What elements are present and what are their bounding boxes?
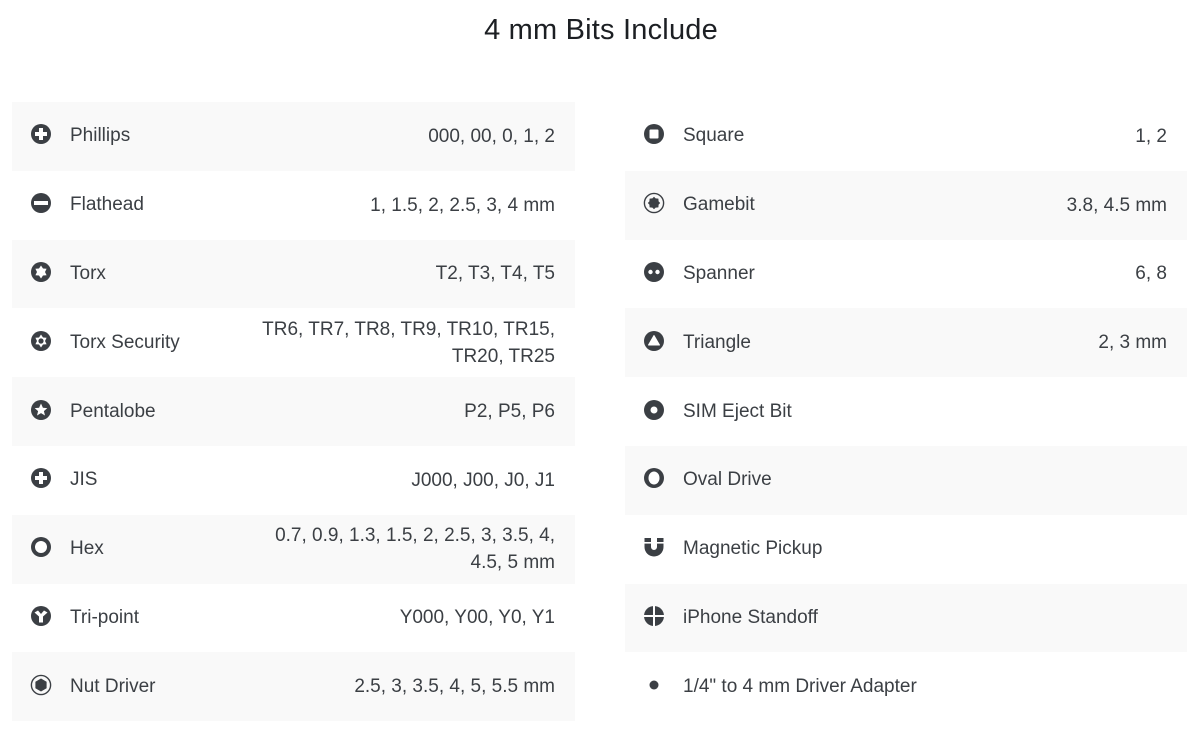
bit-row: iPhone Standoff bbox=[625, 583, 1187, 653]
bit-list-left: Phillips 000, 00, 0, 1, 2 Flathead 1, 1.… bbox=[12, 102, 575, 722]
bit-row: JIS J000, J00, J0, J1 bbox=[12, 446, 575, 515]
magnetic-pickup-icon bbox=[643, 536, 665, 558]
bit-sizes: 1, 1.5, 2, 2.5, 3, 4 mm bbox=[370, 194, 555, 216]
bit-row: Square 1, 2 bbox=[625, 102, 1187, 171]
flathead-icon bbox=[30, 192, 52, 214]
bit-sizes: 2.5, 3, 3.5, 4, 5, 5.5 mm bbox=[354, 676, 555, 698]
torx-security-icon bbox=[30, 330, 52, 352]
bit-name: 1/4" to 4 mm Driver Adapter bbox=[683, 675, 917, 697]
nut-driver-icon bbox=[30, 674, 52, 696]
bit-row: Torx T2, T3, T4, T5 bbox=[12, 239, 575, 309]
triangle-icon bbox=[643, 330, 665, 352]
bit-name: Oval Drive bbox=[683, 469, 772, 491]
bit-name: Flathead bbox=[70, 194, 144, 216]
bit-sizes: T2, T3, T4, T5 bbox=[435, 263, 555, 285]
pentalobe-icon bbox=[30, 399, 52, 421]
hex-icon bbox=[30, 536, 52, 558]
bit-name: Phillips bbox=[70, 125, 131, 147]
tri-point-icon bbox=[30, 605, 52, 627]
bit-name: Triangle bbox=[683, 331, 751, 353]
jis-icon bbox=[30, 467, 52, 489]
bit-name: Tri-point bbox=[70, 606, 139, 628]
bit-sizes: Y000, Y00, Y0, Y1 bbox=[399, 607, 555, 629]
bit-row: Nut Driver 2.5, 3, 3.5, 4, 5, 5.5 mm bbox=[12, 652, 575, 722]
bit-sizes: 0.7, 0.9, 1.3, 1.5, 2, 2.5, 3, 3.5, 4, 4… bbox=[275, 525, 555, 574]
bit-name: Torx bbox=[70, 262, 106, 284]
spanner-icon bbox=[643, 261, 665, 283]
bit-row: Oval Drive bbox=[625, 445, 1187, 515]
page-title: 4 mm Bits Include bbox=[484, 14, 718, 46]
phillips-icon bbox=[30, 123, 52, 145]
bit-list-right: Square 1, 2 Gamebit 3.8, 4.5 mm Spanner … bbox=[625, 102, 1187, 721]
bit-row: Tri-point Y000, Y00, Y0, Y1 bbox=[12, 584, 575, 653]
bit-sizes: 3.8, 4.5 mm bbox=[1066, 194, 1167, 216]
bit-sizes: TR6, TR7, TR8, TR9, TR10, TR15, TR20, TR… bbox=[262, 318, 555, 367]
bit-row: SIM Eject Bit bbox=[625, 377, 1187, 446]
square-icon bbox=[643, 123, 665, 145]
bit-row: Spanner 6, 8 bbox=[625, 240, 1187, 309]
bit-name: Gamebit bbox=[683, 194, 755, 216]
bit-sizes: 000, 00, 0, 1, 2 bbox=[428, 125, 555, 147]
bit-row: Triangle 2, 3 mm bbox=[625, 308, 1187, 378]
bit-name: Nut Driver bbox=[70, 675, 156, 697]
sim-eject-icon bbox=[643, 399, 665, 421]
bit-sizes: 2, 3 mm bbox=[1098, 332, 1167, 354]
driver-adapter-icon bbox=[643, 674, 665, 696]
bit-name: Torx Security bbox=[70, 331, 180, 353]
bit-row: Torx Security TR6, TR7, TR8, TR9, TR10, … bbox=[12, 308, 575, 377]
bit-name: Magnetic Pickup bbox=[683, 538, 823, 560]
torx-icon bbox=[30, 261, 52, 283]
bit-name: Spanner bbox=[683, 262, 755, 284]
bit-name: Pentalobe bbox=[70, 400, 156, 422]
bit-row: Gamebit 3.8, 4.5 mm bbox=[625, 170, 1187, 240]
bit-row: Hex 0.7, 0.9, 1.3, 1.5, 2, 2.5, 3, 3.5, … bbox=[12, 514, 575, 584]
bit-row: Pentalobe P2, P5, P6 bbox=[12, 377, 575, 446]
bit-name: iPhone Standoff bbox=[683, 606, 818, 628]
oval-drive-icon bbox=[643, 467, 665, 489]
bit-sizes: J000, J00, J0, J1 bbox=[411, 469, 555, 491]
bit-row: 1/4" to 4 mm Driver Adapter bbox=[625, 652, 1187, 721]
bit-name: JIS bbox=[70, 469, 98, 491]
bit-row: Magnetic Pickup bbox=[625, 515, 1187, 584]
bit-sizes: 1, 2 bbox=[1135, 125, 1167, 147]
iphone-standoff-icon bbox=[643, 605, 665, 627]
bit-row: Phillips 000, 00, 0, 1, 2 bbox=[12, 102, 575, 171]
gamebit-icon bbox=[643, 192, 665, 214]
bit-name: SIM Eject Bit bbox=[683, 400, 792, 422]
bit-row: Flathead 1, 1.5, 2, 2.5, 3, 4 mm bbox=[12, 171, 575, 240]
bit-name: Hex bbox=[70, 538, 104, 560]
bit-sizes: P2, P5, P6 bbox=[464, 401, 555, 423]
bit-name: Square bbox=[683, 125, 745, 147]
bit-sizes: 6, 8 bbox=[1135, 263, 1167, 285]
